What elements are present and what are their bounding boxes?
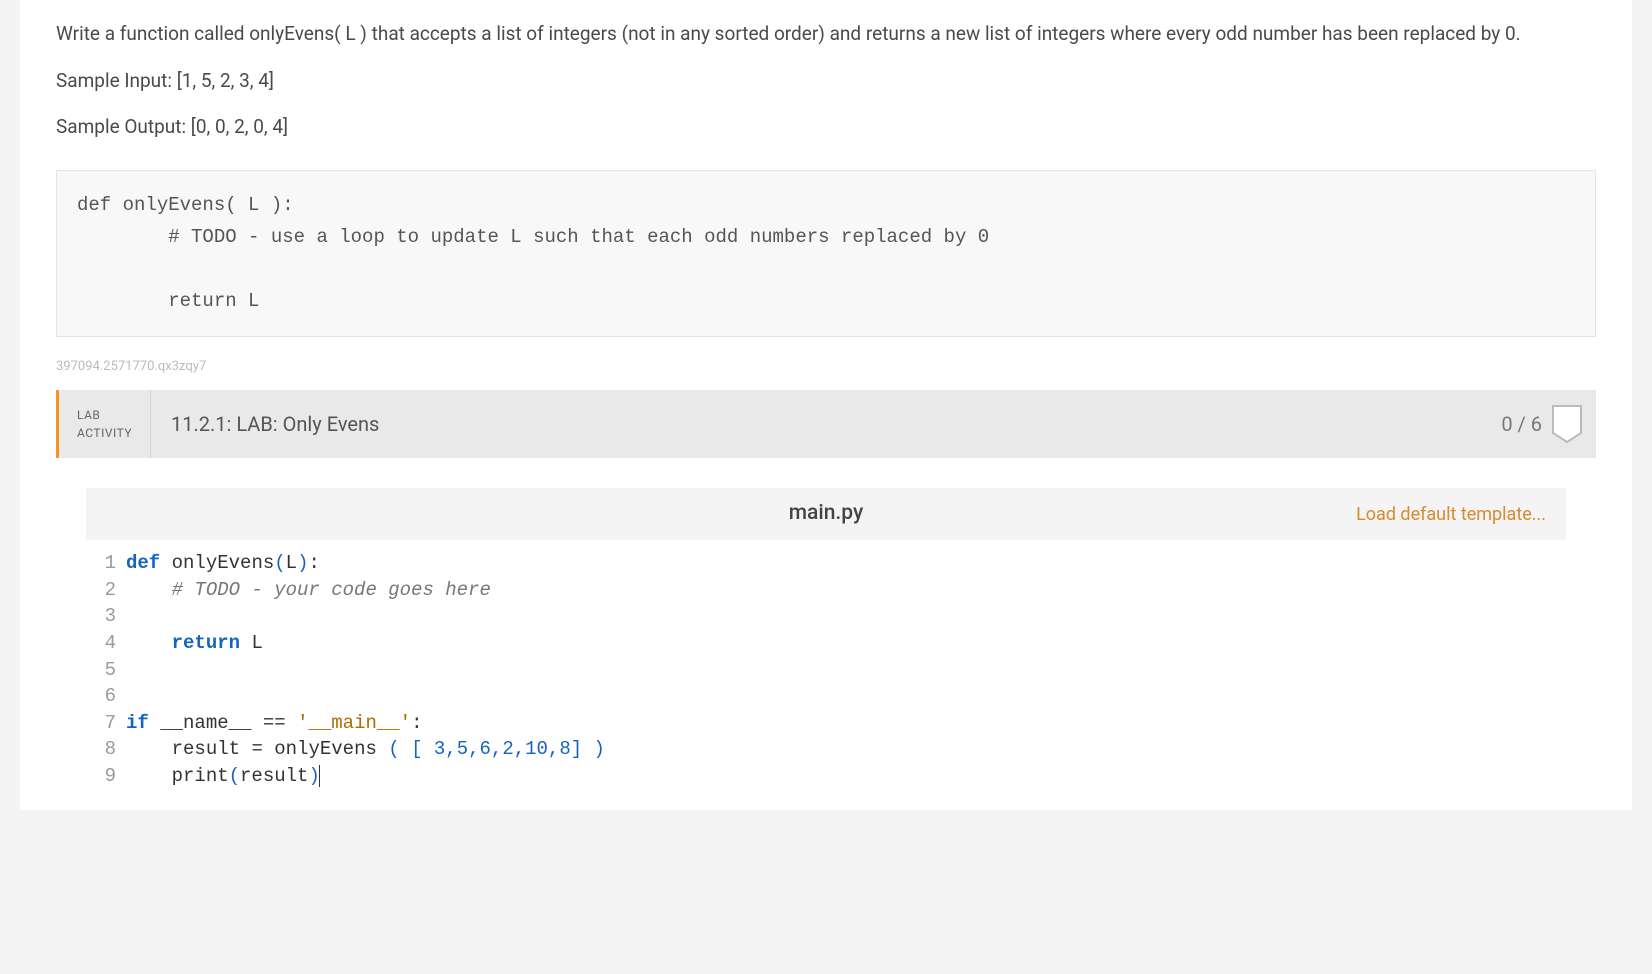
lab-label-box: LAB ACTIVITY	[59, 390, 151, 458]
line-number: 9	[86, 763, 126, 790]
page-container: Write a function called onlyEvens( L ) t…	[20, 0, 1632, 810]
line-number: 8	[86, 736, 126, 763]
code-line-9[interactable]: 9 print(result)	[86, 763, 1566, 790]
file-bar: main.py Load default template...	[86, 488, 1566, 540]
question-identifier: 397094.2571770.qx3zqy7	[20, 347, 1632, 391]
score-area: 0 / 6	[1487, 390, 1596, 458]
code-line-5[interactable]: 5	[86, 657, 1566, 684]
lab-activity-bar: LAB ACTIVITY 11.2.1: LAB: Only Evens 0 /…	[56, 390, 1596, 458]
code-line-4[interactable]: 4 return L	[86, 630, 1566, 657]
line-number: 1	[86, 550, 126, 577]
code-editor[interactable]: 1 def onlyEvens(L): 2 # TODO - your code…	[86, 540, 1566, 809]
code-line-1[interactable]: 1 def onlyEvens(L):	[86, 550, 1566, 577]
problem-paragraph-3: Sample Output: [0, 0, 2, 0, 4]	[56, 113, 1596, 142]
line-number: 5	[86, 657, 126, 684]
line-number: 4	[86, 630, 126, 657]
code-content[interactable]: def onlyEvens(L):	[126, 550, 320, 577]
file-name: main.py	[789, 498, 863, 530]
code-line-6[interactable]: 6	[86, 683, 1566, 710]
line-number: 6	[86, 683, 126, 710]
line-number: 3	[86, 603, 126, 630]
code-line-2[interactable]: 2 # TODO - your code goes here	[86, 577, 1566, 604]
problem-description: Write a function called onlyEvens( L ) t…	[20, 0, 1632, 170]
code-content[interactable]: # TODO - your code goes here	[126, 577, 491, 604]
lab-label-line1: LAB	[77, 406, 132, 424]
editor-panel: main.py Load default template... 1 def o…	[56, 458, 1596, 809]
problem-paragraph-2: Sample Input: [1, 5, 2, 3, 4]	[56, 67, 1596, 96]
lab-label-line2: ACTIVITY	[77, 424, 132, 442]
code-content[interactable]: result = onlyEvens ( [ 3,5,6,2,10,8] )	[126, 736, 605, 763]
lab-title: 11.2.1: LAB: Only Evens	[151, 390, 1487, 458]
score-badge-icon	[1552, 405, 1582, 443]
line-number: 2	[86, 577, 126, 604]
code-line-8[interactable]: 8 result = onlyEvens ( [ 3,5,6,2,10,8] )	[86, 736, 1566, 763]
problem-paragraph-1: Write a function called onlyEvens( L ) t…	[56, 20, 1596, 49]
code-content[interactable]	[126, 683, 137, 710]
code-content[interactable]: if __name__ == '__main__':	[126, 710, 423, 737]
code-content[interactable]: return L	[126, 630, 263, 657]
code-content[interactable]: print(result)	[126, 763, 320, 790]
score-text: 0 / 6	[1501, 409, 1542, 439]
code-line-7[interactable]: 7 if __name__ == '__main__':	[86, 710, 1566, 737]
sample-code-block: def onlyEvens( L ): # TODO - use a loop …	[56, 170, 1596, 337]
line-number: 7	[86, 710, 126, 737]
load-default-template-link[interactable]: Load default template...	[1356, 501, 1566, 528]
code-content[interactable]	[126, 603, 137, 630]
code-line-3[interactable]: 3	[86, 603, 1566, 630]
text-cursor	[319, 765, 320, 787]
code-content[interactable]	[126, 657, 137, 684]
